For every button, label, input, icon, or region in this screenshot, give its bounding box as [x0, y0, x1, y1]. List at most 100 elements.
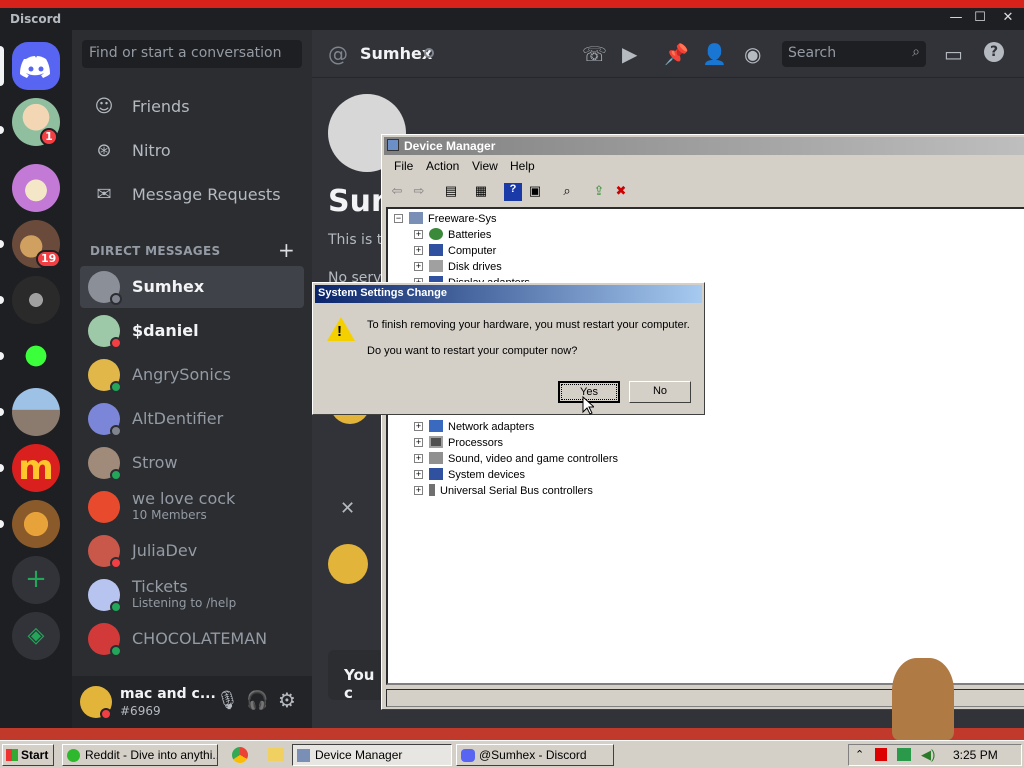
maximize-button[interactable]: ☐: [968, 10, 992, 28]
menu-help[interactable]: Help: [510, 159, 535, 173]
unread-indicator: [0, 352, 4, 360]
tree-item[interactable]: + Batteries: [414, 227, 491, 243]
headphones-icon[interactable]: 🎧: [246, 690, 268, 711]
voice-call-icon[interactable]: ☏: [582, 42, 607, 66]
volume-icon[interactable]: ◀): [921, 747, 935, 763]
tree-item[interactable]: + Computer: [414, 243, 496, 259]
properties-icon[interactable]: ▦: [472, 183, 490, 201]
profile-icon[interactable]: ◉: [744, 42, 761, 66]
dm-item-chocolateman[interactable]: CHOCOLATEMAN: [80, 618, 304, 660]
username: mac and c...: [120, 686, 216, 702]
uninstall-icon[interactable]: ✖: [612, 183, 630, 201]
show-hide-tree-icon[interactable]: ▤: [442, 183, 460, 201]
dm-item-angrysonics[interactable]: AngrySonics: [80, 354, 304, 396]
scan-hardware-icon[interactable]: ⌕: [558, 183, 576, 201]
dm-item-sumhex[interactable]: Sumhex: [80, 266, 304, 308]
desktop: Discord — ☐ ✕ 1 19 m + ◈ Find or start a…: [0, 0, 1024, 768]
tree-item[interactable]: + Universal Serial Bus controllers: [414, 483, 593, 499]
collapse-box[interactable]: −: [394, 214, 403, 223]
task-device-manager[interactable]: Device Manager: [292, 744, 452, 766]
no-button[interactable]: No: [629, 381, 691, 403]
expand-box[interactable]: +: [414, 246, 423, 255]
status-dnd: [110, 557, 122, 569]
envelope-icon: ✉: [96, 184, 112, 205]
status-online: [110, 601, 122, 613]
back-arrow-icon[interactable]: ⇦: [388, 183, 406, 201]
expand-box[interactable]: +: [414, 262, 423, 271]
avatar: [88, 491, 120, 523]
chevron-up-icon[interactable]: ⌃: [855, 748, 864, 761]
expand-box[interactable]: +: [414, 486, 423, 495]
tree-item[interactable]: + Network adapters: [414, 419, 534, 435]
minimize-button[interactable]: —: [944, 10, 968, 28]
server-burger[interactable]: [12, 500, 60, 548]
settings-gear-icon[interactable]: ⚙: [278, 688, 296, 712]
add-friend-icon[interactable]: 👤: [702, 42, 727, 66]
dm-subtitle: 10 Members: [132, 508, 207, 522]
user-tag: #6969: [120, 704, 161, 718]
message-requests-nav[interactable]: ✉ Message Requests: [80, 174, 304, 216]
update-driver-icon[interactable]: ⇪: [590, 183, 608, 201]
add-server-button[interactable]: +: [12, 556, 60, 604]
video-call-icon[interactable]: ▶: [622, 42, 637, 66]
flag-icon[interactable]: [875, 748, 887, 761]
expand-box[interactable]: +: [414, 230, 423, 239]
dm-item-juliadev[interactable]: JuliaDev: [80, 530, 304, 572]
forward-arrow-icon[interactable]: ⇨: [410, 183, 428, 201]
help-icon[interactable]: ?: [984, 42, 1004, 62]
tree-item[interactable]: + Disk drives: [414, 259, 502, 275]
server-anime-group[interactable]: [12, 164, 60, 212]
view-icon[interactable]: ▣: [526, 183, 544, 201]
menu-view[interactable]: View: [472, 159, 498, 173]
tree-item[interactable]: + Sound, video and game controllers: [414, 451, 618, 467]
explore-servers-button[interactable]: ◈: [12, 612, 60, 660]
header-search-input[interactable]: Search ⌕: [782, 41, 926, 67]
server-building[interactable]: [12, 388, 60, 436]
start-button[interactable]: Start: [2, 744, 54, 766]
dm-item-group[interactable]: we love cock 10 Members: [80, 486, 304, 528]
task-label: @Sumhex - Discord: [479, 748, 587, 762]
task-reddit[interactable]: Reddit - Dive into anythi...: [62, 744, 218, 766]
clock[interactable]: 3:25 PM: [953, 748, 998, 762]
server-troll-face[interactable]: [12, 332, 60, 380]
tree-item[interactable]: + System devices: [414, 467, 525, 483]
warning-exclamation: !: [337, 323, 342, 340]
status-offline: [110, 293, 122, 305]
mention-badge: 1: [40, 128, 58, 146]
server-mcdonalds[interactable]: m: [12, 444, 60, 492]
status-dnd: [110, 337, 122, 349]
menu-action[interactable]: Action: [426, 159, 459, 173]
expand-box[interactable]: +: [414, 422, 423, 431]
tree-item[interactable]: + Processors: [414, 435, 503, 451]
expand-box[interactable]: +: [414, 454, 423, 463]
nitro-nav[interactable]: ⊛ Nitro: [80, 130, 304, 172]
tree-label: Computer: [448, 245, 497, 257]
expand-box[interactable]: +: [414, 438, 423, 447]
unread-indicator: [0, 408, 4, 416]
inbox-icon[interactable]: ▭: [944, 42, 963, 66]
friends-nav[interactable]: ☺ Friends: [80, 86, 304, 128]
home-button[interactable]: [12, 42, 60, 90]
expand-box[interactable]: +: [414, 470, 423, 479]
close-button[interactable]: ✕: [996, 10, 1020, 28]
dm-item-daniel[interactable]: $daniel: [80, 310, 304, 352]
dm-item-strow[interactable]: Strow: [80, 442, 304, 484]
find-conversation-input[interactable]: Find or start a conversation: [82, 40, 302, 68]
close-icon[interactable]: ✕: [340, 498, 355, 519]
tree-label: Batteries: [448, 229, 492, 241]
create-dm-button[interactable]: +: [278, 238, 295, 262]
task-discord[interactable]: @Sumhex - Discord: [456, 744, 614, 766]
dm-item-altdentifier[interactable]: AltDentifier: [80, 398, 304, 440]
pin-icon[interactable]: 📌: [664, 42, 689, 66]
help-icon[interactable]: ?: [504, 183, 522, 201]
chrome-icon[interactable]: [232, 747, 248, 763]
network-icon[interactable]: [897, 748, 911, 761]
dm-item-tickets[interactable]: Tickets Listening to /help: [80, 574, 304, 616]
server-dark-art[interactable]: [12, 276, 60, 324]
menu-file[interactable]: File: [394, 159, 413, 173]
tree-root[interactable]: − Freeware-Sys: [394, 211, 496, 227]
microphone-icon[interactable]: 🎙: [216, 690, 239, 711]
user-panel: mac and c... #6969 🎙 🎧 ⚙: [72, 676, 312, 728]
folder-icon[interactable]: [268, 748, 284, 761]
computer-icon: [387, 139, 399, 151]
